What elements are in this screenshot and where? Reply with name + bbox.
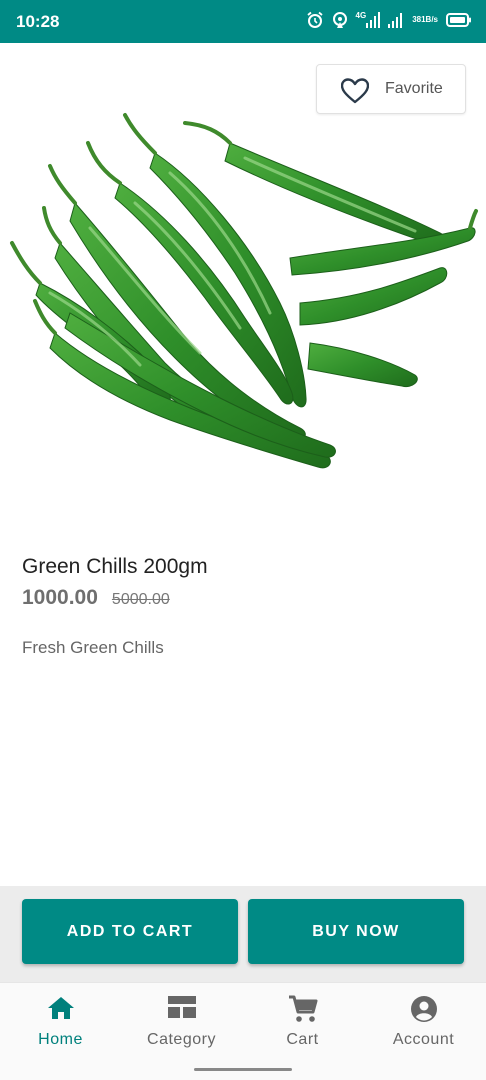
add-to-cart-button[interactable]: ADD TO CART (22, 899, 238, 964)
product-old-price: 5000.00 (111, 591, 170, 608)
nav-label: Home (38, 1031, 83, 1048)
category-icon (167, 995, 197, 1024)
signal-icon: 4G (355, 10, 381, 28)
nav-label: Cart (286, 1031, 319, 1048)
status-icons: 4G 381 B/s (306, 11, 472, 29)
alarm-icon (306, 11, 324, 29)
nav-item-category[interactable]: Category (121, 983, 242, 1061)
price-row: 1000.00 5000.00 (22, 586, 170, 610)
network-type: 4G (355, 10, 367, 20)
nav-item-cart[interactable]: Cart (242, 983, 363, 1061)
favorite-button[interactable]: Favorite (316, 64, 466, 114)
nav-label: Category (147, 1031, 216, 1048)
bottom-nav: Home Category Cart Account (0, 982, 486, 1060)
product-price: 1000.00 (22, 586, 98, 609)
hotspot-icon (332, 11, 348, 29)
buy-now-button[interactable]: BUY NOW (248, 899, 464, 964)
heart-icon (340, 78, 370, 109)
favorite-label: Favorite (385, 80, 443, 97)
gesture-bar[interactable] (194, 1068, 292, 1071)
gesture-area (0, 1060, 486, 1080)
network-speed: 381 B/s (412, 16, 438, 24)
product-description: Fresh Green Chills (22, 638, 164, 657)
speed-unit: B/s (425, 15, 438, 24)
speed-value: 381 (412, 15, 426, 24)
status-bar: 10:28 4G 381 B/s (0, 0, 486, 43)
nav-item-account[interactable]: Account (363, 983, 484, 1061)
action-bar: ADD TO CART BUY NOW (0, 886, 486, 982)
nav-label: Account (392, 1031, 455, 1048)
battery-icon (446, 13, 472, 27)
product-title: Green Chills 200gm (22, 555, 208, 578)
cart-icon (288, 995, 318, 1028)
nav-item-home[interactable]: Home (0, 983, 121, 1061)
account-icon (410, 995, 438, 1028)
home-icon (47, 995, 75, 1026)
signal-icon (388, 12, 404, 28)
status-time: 10:28 (16, 12, 60, 31)
green-chillies-image (0, 43, 486, 523)
